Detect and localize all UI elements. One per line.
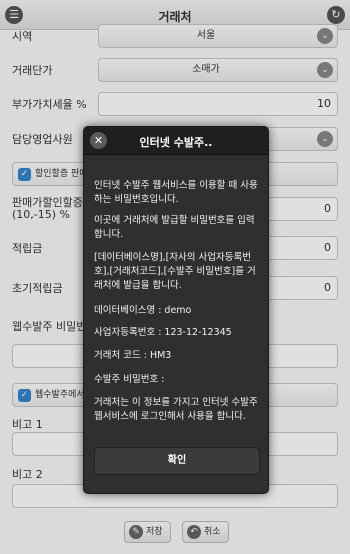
popup-order-pw: 수발주 비밀번호 :: [94, 374, 165, 385]
info-popup: ✕ 인터넷 수발주.. 인터넷 수발주 웹서비스를 이용할 때 사용하는 비밀번…: [83, 126, 269, 494]
popup-biz-number: 사업자등록번호 : 123-12-12345: [94, 327, 232, 338]
popup-paragraph-4: 거래처는 이 정보를 가지고 인터넷 수발주 웹서비스에 로그인해서 사용을 합…: [94, 397, 258, 422]
popup-paragraph-2: 이곳에 거래처에 발급할 비밀번호를 입력합니다.: [94, 215, 255, 240]
popup-paragraph-1: 인터넷 수발주 웹서비스를 이용할 때 사용하는 비밀번호입니다.: [94, 180, 258, 205]
confirm-button[interactable]: 확인: [94, 447, 260, 475]
popup-db-name: 데이터베이스명 : demo: [94, 305, 192, 316]
popup-paragraph-3: [데이터베이스명],[자사의 사업자등록번호],[거래처코드],[수발주 비밀번…: [94, 252, 256, 291]
popup-header: ✕ 인터넷 수발주..: [84, 127, 268, 155]
popup-client-code: 거래처 코드 : HM3: [94, 350, 172, 361]
popup-title: 인터넷 수발주..: [139, 136, 213, 149]
